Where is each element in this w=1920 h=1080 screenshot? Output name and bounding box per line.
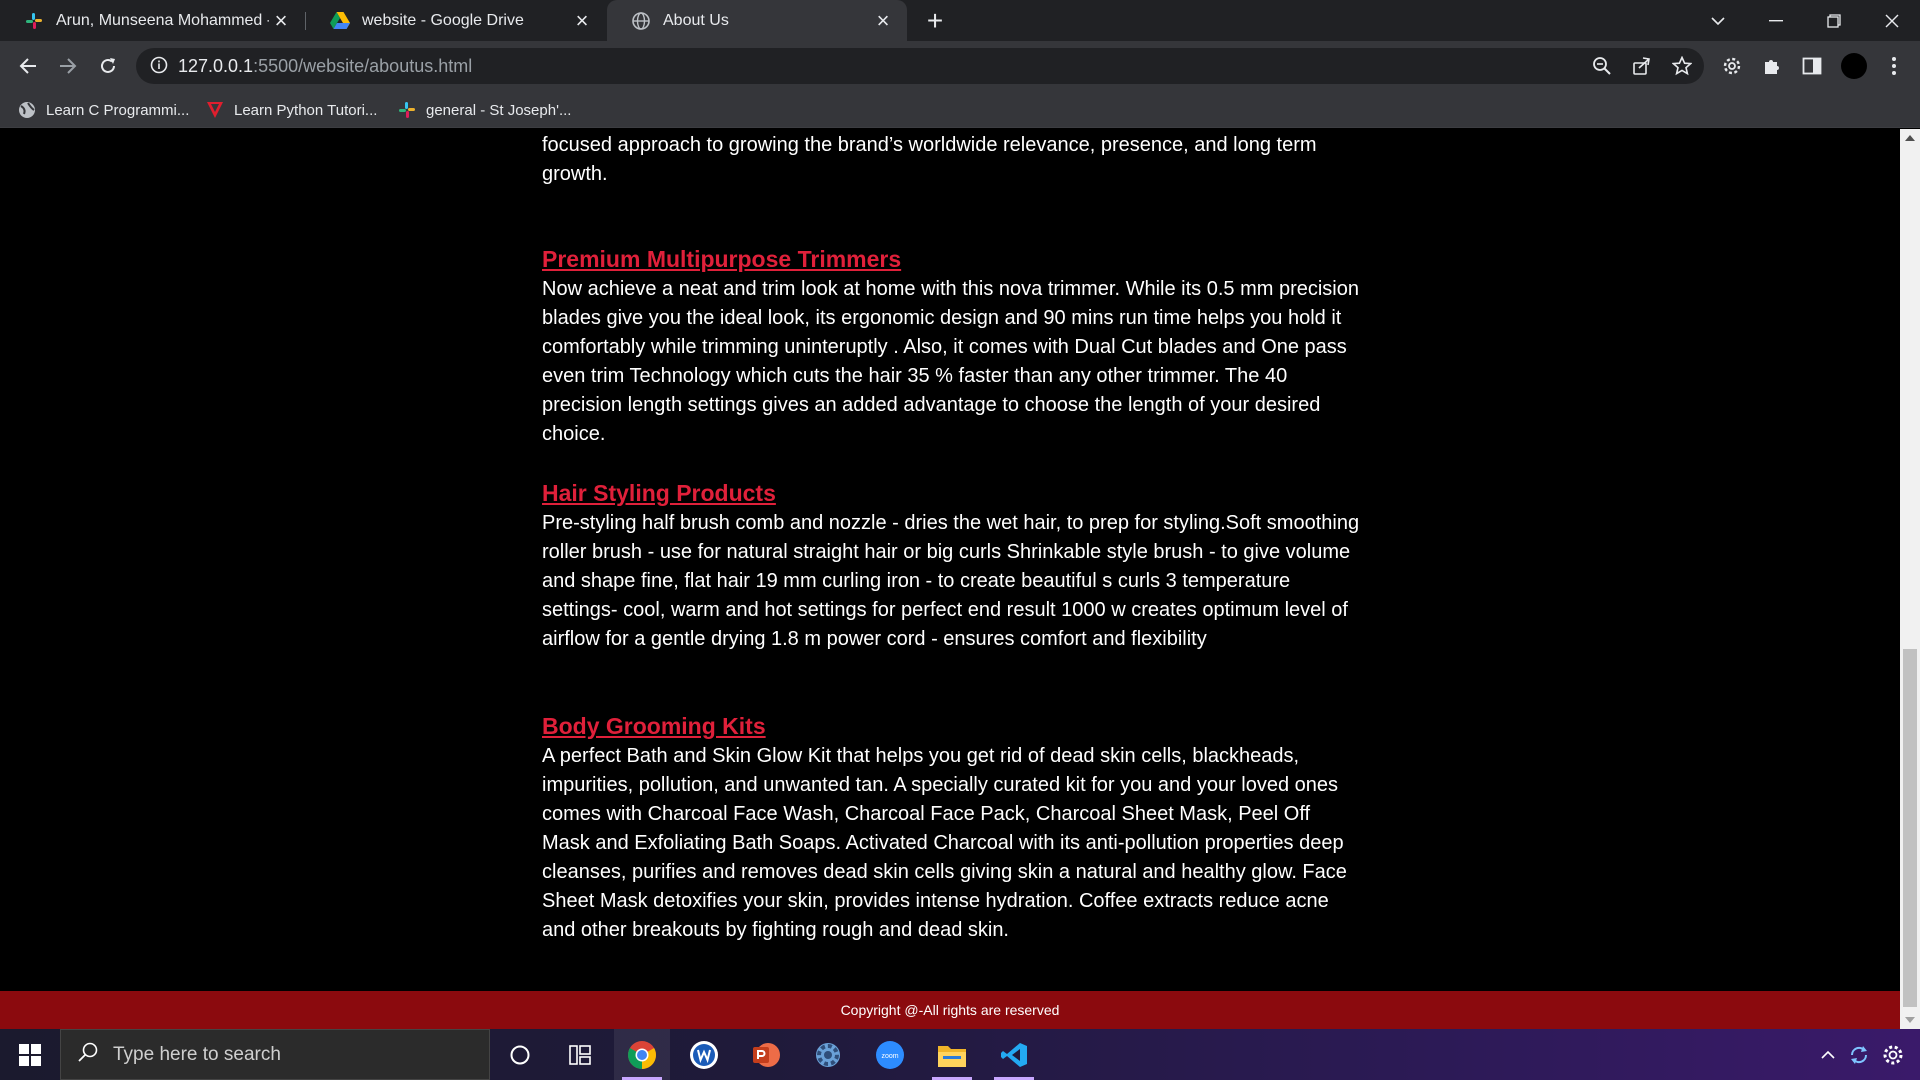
search-placeholder: Type here to search [113,1043,281,1065]
menu-kebab-icon[interactable] [1882,54,1906,78]
tab-slack[interactable]: Arun, Munseena Mohammed - St Joseph's × [0,0,305,41]
zoom-icon[interactable]: zoom [862,1029,918,1080]
scroll-down-arrow-icon[interactable] [1900,1011,1920,1029]
svg-text:zoom: zoom [881,1053,898,1060]
bookmarks-bar: Learn C Programmi... Learn Python Tutori… [0,91,1920,128]
bookmark-general-slack[interactable]: general - St Joseph'... [398,98,571,122]
close-window-button[interactable] [1864,0,1920,41]
url-text: 127.0.0.1:5500/website/aboutus.html [178,56,472,77]
extension-gear-icon[interactable] [1720,54,1744,78]
back-button[interactable] [12,50,44,82]
tab-strip: Arun, Munseena Mohammed - St Joseph's × … [0,0,1920,41]
taskbar-search-box[interactable]: Type here to search [60,1029,490,1080]
bookmark-label: Learn C Programmi... [46,101,190,119]
section-heading: Body Grooming Kits [542,713,766,739]
bookmark-label: general - St Joseph'... [426,101,572,119]
cortana-icon[interactable] [492,1029,548,1080]
search-icon [77,1041,99,1068]
scroll-up-arrow-icon[interactable] [1900,129,1920,147]
browser-toolbar: 127.0.0.1:5500/website/aboutus.html [0,41,1920,91]
tab-google-drive[interactable]: website - Google Drive × [306,0,606,41]
section-body: A perfect Bath and Skin Glow Kit that he… [542,745,1347,941]
reload-button[interactable] [92,50,124,82]
windows-taskbar: Type here to search zoom [0,1029,1920,1080]
forward-button[interactable] [52,50,84,82]
globe-icon [631,11,651,31]
copyright-text: Copyright @-All rights are reserved [840,1002,1060,1018]
vscode-icon[interactable] [986,1029,1042,1080]
restore-button[interactable] [1806,0,1862,41]
windows-start-button[interactable] [0,1029,60,1080]
section-trimmers: Premium Multipurpose Trimmers Now achiev… [542,245,1362,449]
intro-paragraph: focused approach to growing the brand’s … [542,134,1317,185]
address-bar[interactable]: 127.0.0.1:5500/website/aboutus.html [136,48,1704,84]
side-panel-icon[interactable] [1800,54,1824,78]
close-icon[interactable]: × [570,9,594,33]
extensions-puzzle-icon[interactable] [1760,54,1784,78]
tab-title: Arun, Munseena Mohammed - St Joseph's [56,11,269,29]
bookmark-label: Learn Python Tutori... [234,101,378,119]
page-viewport: focused approach to growing the brand’s … [0,129,1900,1029]
tab-title: About Us [663,11,729,29]
powerpoint-icon[interactable] [738,1029,794,1080]
section-hair-styling: Hair Styling Products Pre-styling half b… [542,479,1362,654]
tab-title: website - Google Drive [362,11,524,29]
new-tab-button[interactable]: + [920,5,950,36]
section-heading: Hair Styling Products [542,480,776,506]
section-body: Now achieve a neat and trim look at home… [542,278,1359,445]
section-body-grooming: Body Grooming Kits A perfect Bath and Sk… [542,712,1362,945]
tab-about-us[interactable]: About Us × [607,0,907,41]
file-explorer-icon[interactable] [924,1029,980,1080]
minimize-button[interactable] [1748,0,1804,41]
sync-icon[interactable] [1844,1029,1874,1080]
close-icon[interactable]: × [269,9,293,33]
profile-avatar[interactable] [1840,52,1868,80]
url-path: :5500/website/aboutus.html [253,56,473,76]
zoom-icon[interactable] [1590,54,1614,78]
share-icon[interactable] [1630,54,1654,78]
word-icon[interactable] [676,1029,732,1080]
tray-settings-gear-icon[interactable] [1878,1029,1908,1080]
bookmark-star-icon[interactable] [1670,54,1694,78]
tray-chevron-up-icon[interactable] [1814,1029,1842,1080]
url-host: 127.0.0.1 [178,56,254,76]
slack-icon [24,11,44,31]
page-scrollbar[interactable] [1900,129,1920,1029]
screen: Arun, Munseena Mohammed - St Joseph's × … [0,0,1920,1080]
close-icon[interactable]: × [871,9,895,33]
tab-search-button[interactable] [1690,0,1746,41]
slack-icon [398,101,416,119]
python-tutorial-icon [206,101,224,119]
settings-icon[interactable] [800,1029,856,1080]
globe-icon [18,101,36,119]
site-info-icon[interactable] [150,56,168,79]
task-view-icon[interactable] [552,1029,608,1080]
section-body: Pre-styling half brush comb and nozzle -… [542,512,1360,650]
section-heading: Premium Multipurpose Trimmers [542,246,902,272]
bookmark-learn-c[interactable]: Learn C Programmi... [18,98,189,122]
page-footer: Copyright @-All rights are reserved [0,991,1900,1029]
scrollbar-thumb[interactable] [1903,649,1917,1007]
bookmark-learn-python[interactable]: Learn Python Tutori... [206,98,377,122]
chrome-icon[interactable] [614,1029,670,1080]
google-drive-icon [330,11,350,31]
